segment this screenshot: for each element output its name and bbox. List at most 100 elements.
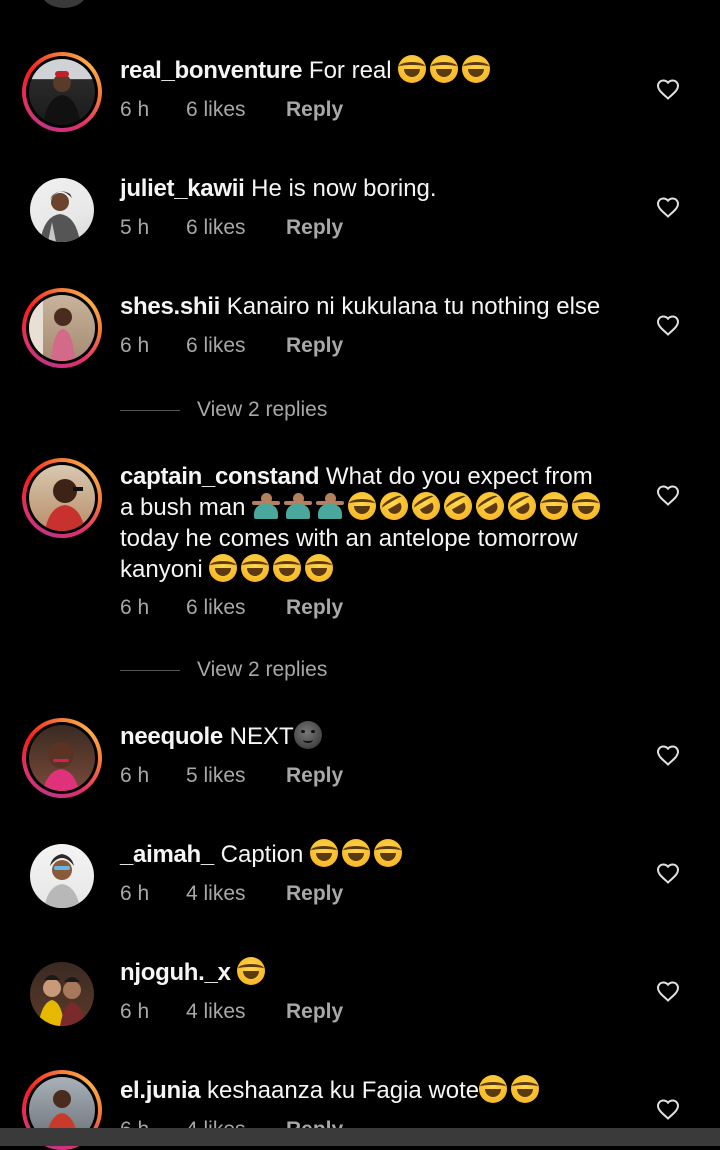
avatar[interactable] — [22, 458, 102, 538]
comment-body: What do you expect from — [325, 463, 593, 490]
heart-outline-icon[interactable] — [656, 1098, 680, 1120]
rofl-emoji-icon — [406, 486, 446, 526]
comment-body: For real — [308, 57, 392, 84]
comment-meta: 6 h 6 likes Reply — [120, 98, 343, 122]
view-replies-button[interactable]: View 2 replies — [120, 658, 327, 682]
comment-likes[interactable]: 6 likes — [186, 596, 286, 620]
avatar[interactable] — [22, 954, 102, 1034]
comment-meta: 6 h 6 likes Reply — [120, 334, 343, 358]
view-replies-button[interactable]: View 2 replies — [120, 398, 327, 422]
heart-outline-icon[interactable] — [656, 314, 680, 336]
comment-time: 6 h — [120, 98, 150, 121]
comment-username[interactable]: njoguh._x — [120, 959, 231, 986]
comment-username[interactable]: captain_constand — [120, 463, 320, 490]
comment-text: _aimah_ Caption — [120, 839, 640, 870]
comment-username[interactable]: real_bonventure — [120, 57, 303, 84]
laughing-emoji-icon — [241, 554, 270, 582]
heart-outline-icon[interactable] — [656, 862, 680, 884]
comment-text: captain_constand What do you expect from… — [120, 461, 640, 585]
avatar[interactable] — [22, 836, 102, 916]
comment-username[interactable]: _aimah_ — [120, 841, 214, 868]
laughing-emoji-icon — [237, 957, 266, 985]
comment-meta: 6 h 4 likesReply — [120, 882, 343, 906]
comment-time: 6 h — [120, 882, 150, 905]
heart-outline-icon[interactable] — [656, 980, 680, 1002]
comment-text: el.junia keshaanza ku Fagia wote — [120, 1075, 640, 1106]
previous-comment-avatar — [40, 0, 88, 8]
heart-outline-icon[interactable] — [656, 744, 680, 766]
avatar[interactable] — [22, 718, 102, 798]
laughing-emoji-icon — [209, 554, 238, 582]
shrug-emoji-icon — [284, 492, 313, 520]
comment-text: shes.shii Kanairo ni kukulana tu nothing… — [120, 291, 640, 322]
laughing-emoji-icon — [374, 839, 403, 867]
comment-text: real_bonventure For real — [120, 55, 640, 86]
comment-meta: 5 h 6 likes Reply — [120, 216, 343, 240]
reply-button[interactable]: Reply — [286, 334, 343, 358]
comment-text: njoguh._x — [120, 957, 640, 988]
rofl-emoji-icon — [374, 486, 414, 526]
reply-button[interactable]: Reply — [286, 98, 343, 122]
reply-button[interactable]: Reply — [286, 764, 343, 788]
comment-likes[interactable]: 6 likes — [186, 216, 286, 240]
reply-button[interactable]: Reply — [286, 882, 343, 906]
shrug-emoji-icon — [252, 492, 281, 520]
laughing-emoji-icon — [540, 492, 569, 520]
comment-time: 6 h — [120, 1000, 150, 1023]
rofl-emoji-icon — [502, 486, 542, 526]
laughing-emoji-icon — [430, 55, 459, 83]
reply-button[interactable]: Reply — [286, 596, 343, 620]
comment-username[interactable]: neequole — [120, 723, 223, 750]
comment-likes[interactable]: 4 likes — [186, 1000, 286, 1024]
avatar[interactable] — [22, 52, 102, 132]
comment-time: 6 h — [120, 596, 150, 619]
rofl-emoji-icon — [438, 486, 478, 526]
divider-line — [120, 409, 180, 411]
divider-line — [120, 669, 180, 671]
laughing-emoji-icon — [348, 492, 377, 520]
comment-likes[interactable]: 6 likes — [186, 98, 286, 122]
comment-time: 6 h — [120, 764, 150, 787]
heart-outline-icon[interactable] — [656, 484, 680, 506]
comment-body: He is now boring. — [251, 175, 437, 202]
reply-button[interactable]: Reply — [286, 216, 343, 240]
bottom-bar — [0, 1128, 720, 1146]
comment-body: a bush man — [120, 494, 246, 521]
laughing-emoji-icon — [305, 554, 334, 582]
view-replies-label[interactable]: View 2 replies — [197, 398, 327, 421]
laughing-emoji-icon — [310, 839, 339, 867]
laughing-emoji-icon — [342, 839, 371, 867]
comment-likes[interactable]: 5 likes — [186, 764, 286, 788]
reply-button[interactable]: Reply — [286, 1000, 343, 1024]
emoji-group — [398, 55, 494, 84]
comment-likes[interactable]: 6 likes — [186, 334, 286, 358]
emoji-group — [479, 1075, 543, 1104]
rofl-emoji-icon — [470, 486, 510, 526]
shrug-emoji-icon — [316, 492, 345, 520]
comment-username[interactable]: juliet_kawii — [120, 175, 245, 202]
comment-body: today he comes with an antelope tomorrow — [120, 525, 578, 552]
laughing-emoji-icon — [511, 1075, 540, 1103]
laughing-emoji-icon — [462, 55, 491, 83]
comment-time: 6 h — [120, 334, 150, 357]
view-replies-label[interactable]: View 2 replies — [197, 658, 327, 681]
laughing-emoji-icon — [273, 554, 302, 582]
laughing-emoji-icon — [572, 492, 601, 520]
comment-meta: 6 h 5 likes Reply — [120, 764, 343, 788]
comment-body: Kanairo ni kukulana tu nothing else — [226, 293, 601, 320]
comment-likes[interactable]: 4 likes — [186, 882, 286, 906]
comment-meta: 6 h 6 likes Reply — [120, 596, 343, 620]
laughing-emoji-icon — [398, 55, 427, 83]
heart-outline-icon[interactable] — [656, 78, 680, 100]
heart-outline-icon[interactable] — [656, 196, 680, 218]
laughing-emoji-icon — [479, 1075, 508, 1103]
comment-time: 5 h — [120, 216, 150, 239]
avatar[interactable] — [22, 170, 102, 250]
emoji-group — [310, 839, 406, 868]
comment-body: Caption — [220, 841, 304, 868]
comment-username[interactable]: el.junia — [120, 1077, 201, 1104]
avatar[interactable] — [22, 288, 102, 368]
emoji-group — [209, 554, 337, 583]
emoji-group — [252, 486, 604, 526]
comment-username[interactable]: shes.shii — [120, 293, 220, 320]
